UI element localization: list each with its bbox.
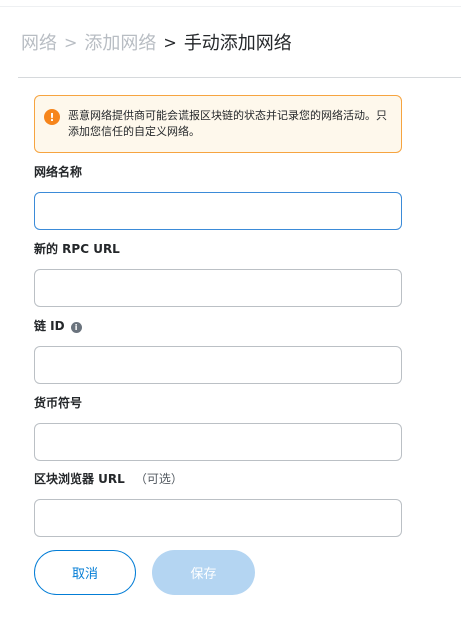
network-name-input[interactable]: [34, 192, 402, 230]
network-name-label-text: 网络名称: [34, 165, 83, 179]
warning-icon: !: [44, 109, 60, 125]
warning-banner: ! 恶意网络提供商可能会谎报区块链的状态并记录您的网络活动。只添加您信任的自定义…: [34, 95, 402, 153]
block-explorer-label: 区块浏览器 URL （可选）: [34, 470, 183, 487]
breadcrumb-separator: >: [163, 32, 177, 52]
rpc-url-input[interactable]: [34, 269, 402, 307]
network-name-label: 网络名称: [34, 163, 82, 180]
rpc-url-label-text: 新的 RPC URL: [34, 242, 120, 256]
block-explorer-label-text: 区块浏览器 URL: [34, 472, 125, 486]
warning-text: 恶意网络提供商可能会谎报区块链的状态并记录您的网络活动。只添加您信任的自定义网络…: [68, 109, 387, 138]
save-button[interactable]: 保存: [152, 550, 255, 595]
block-explorer-input[interactable]: [34, 499, 402, 537]
breadcrumb-current: 手动添加网络: [183, 33, 292, 54]
breadcrumb: 网络 > 添加网络 > 手动添加网络: [21, 28, 292, 56]
breadcrumb-add-network[interactable]: 添加网络: [84, 29, 156, 55]
chain-id-label-text: 链 ID: [34, 319, 65, 333]
rpc-url-label: 新的 RPC URL: [34, 240, 120, 257]
info-icon[interactable]: i: [70, 321, 82, 333]
optional-hint: （可选）: [134, 472, 183, 486]
top-divider: [0, 0, 461, 7]
cancel-button[interactable]: 取消: [34, 550, 136, 595]
chain-id-input[interactable]: [34, 346, 402, 384]
breadcrumb-separator: >: [64, 32, 78, 52]
currency-symbol-label: 货币符号: [34, 394, 82, 411]
currency-symbol-label-text: 货币符号: [34, 396, 83, 410]
header-divider: [18, 77, 461, 78]
chain-id-label: 链 ID i: [34, 317, 82, 334]
currency-symbol-input[interactable]: [34, 423, 402, 461]
breadcrumb-networks[interactable]: 网络: [21, 29, 57, 55]
